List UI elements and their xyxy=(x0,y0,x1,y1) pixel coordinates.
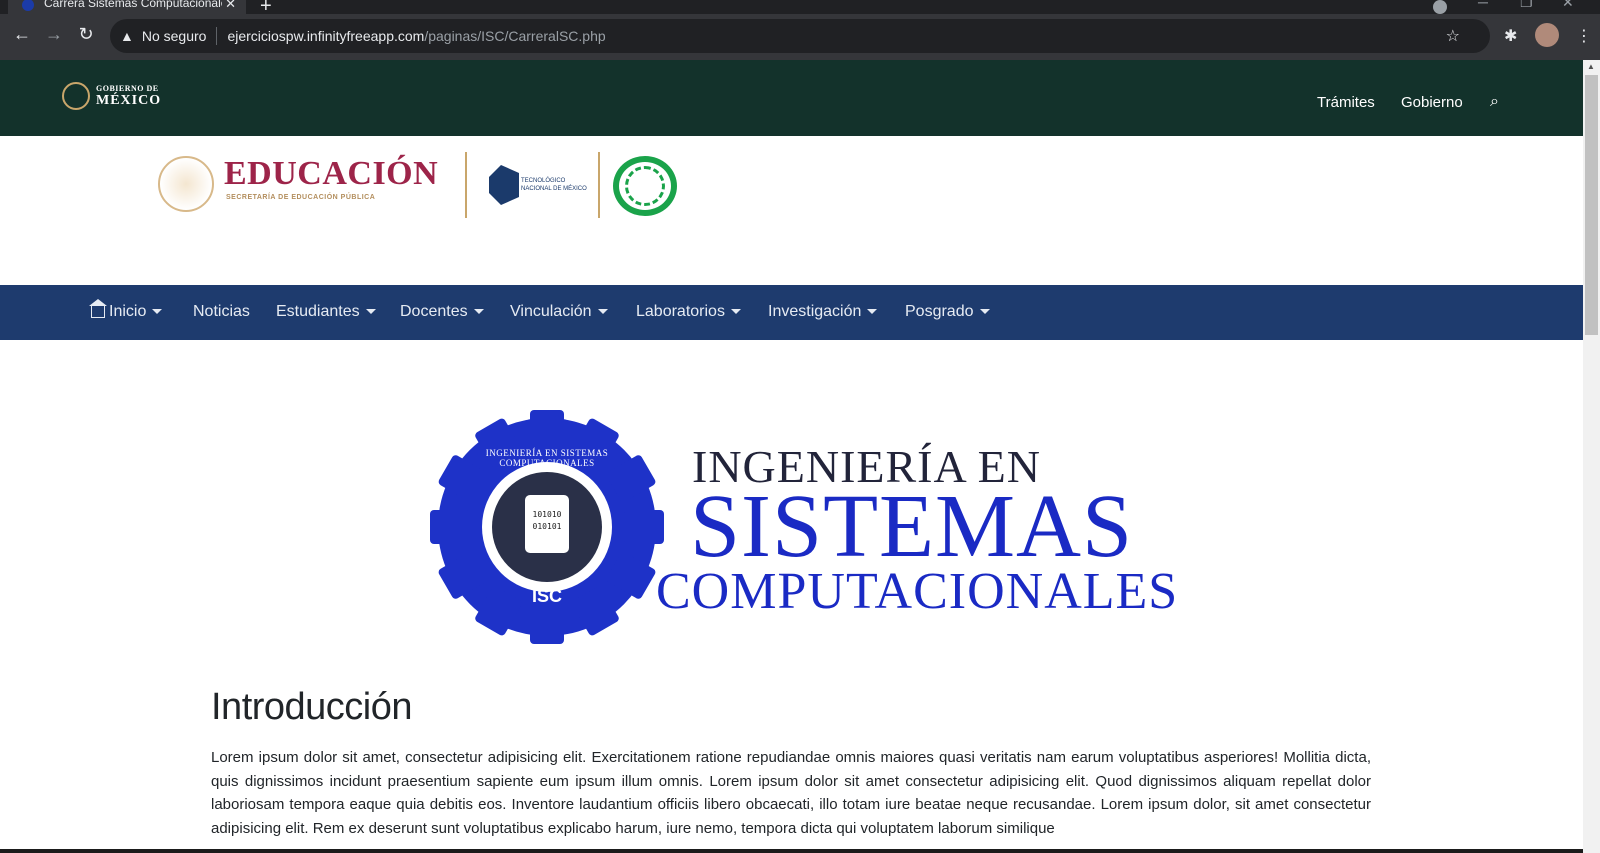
reload-icon[interactable]: ↻ xyxy=(74,24,98,45)
omnibox-divider xyxy=(216,27,218,45)
isc-gear-logo: INGENIERÍA EN SISTEMAS COMPUTACIONALES 1… xyxy=(430,410,664,644)
restore-icon[interactable]: ❐ xyxy=(1520,0,1533,11)
chip-line1: 101010 xyxy=(532,510,562,519)
browser-menu-icon[interactable]: ⋮ xyxy=(1576,26,1592,46)
gear-tooth xyxy=(624,510,664,544)
sep-seal-icon xyxy=(158,156,214,212)
browser-toolbar: ← → ↻ ▲ No seguro ejerciciospw.infinityf… xyxy=(0,14,1600,60)
scrollbar-thumb[interactable] xyxy=(1585,75,1598,335)
web-page: GOBIERNO DE MÉXICO Trámites Gobierno ⌕ E… xyxy=(0,60,1583,853)
logo-line1: GOBIERNO DE xyxy=(96,83,159,93)
gobierno-header: GOBIERNO DE MÉXICO Trámites Gobierno ⌕ xyxy=(0,60,1583,136)
bookmark-star-icon[interactable]: ☆ xyxy=(1446,26,1460,46)
link-tramites[interactable]: Trámites xyxy=(1317,94,1375,111)
nav-noticias[interactable]: Noticias xyxy=(193,303,250,321)
search-icon[interactable]: ⌕ xyxy=(1490,93,1499,111)
url-host[interactable]: ejerciciospw.infinityfreeapp.com xyxy=(227,28,424,44)
caret-down-icon xyxy=(979,309,990,315)
chip-icon: 101010 010101 xyxy=(525,495,569,553)
nav-label: Estudiantes xyxy=(276,303,360,320)
intro-paragraph: Lorem ipsum dolor sit amet, consectetur … xyxy=(211,749,1371,837)
gobierno-mexico-logo[interactable]: GOBIERNO DE MÉXICO xyxy=(62,82,161,110)
educacion-subtitle: SECRETARÍA DE EDUCACIÓN PÚBLICA xyxy=(226,194,376,201)
banner-line3: COMPUTACIONALES xyxy=(656,563,1179,620)
browser-tab[interactable]: Carrera Sistemas Computacionales ✕ xyxy=(8,0,246,14)
caret-down-icon xyxy=(365,309,376,315)
nav-label: Docentes xyxy=(400,303,468,320)
nav-investigacion[interactable]: Investigación xyxy=(768,303,878,321)
nav-label: Investigación xyxy=(768,303,862,320)
browser-tabbar: Carrera Sistemas Computacionales ✕ + ─ ❐… xyxy=(0,0,1600,17)
page-scrollbar[interactable]: ▲ xyxy=(1583,60,1600,853)
link-gobierno[interactable]: Gobierno xyxy=(1401,94,1463,111)
nav-label: Laboratorios xyxy=(636,303,725,320)
caret-down-icon xyxy=(152,309,163,315)
intro-heading: Introducción xyxy=(211,686,413,728)
logo-divider xyxy=(465,152,467,218)
escudo-seal-icon xyxy=(62,82,90,110)
gear-tooth xyxy=(530,410,564,450)
nav-inicio[interactable]: Inicio xyxy=(89,299,163,321)
isc-badge: ISC xyxy=(531,586,562,606)
url-path[interactable]: /paginas/ISC/CarreralSC.php xyxy=(424,28,605,44)
gear-tooth xyxy=(530,604,564,644)
site-favicon-icon xyxy=(22,0,34,11)
tecnm-text-2: NACIONAL DE MÉXICO xyxy=(521,186,587,192)
home-icon xyxy=(89,299,107,318)
address-bar[interactable]: ▲ No seguro ejerciciospw.infinityfreeapp… xyxy=(110,19,1490,53)
nav-label: Inicio xyxy=(109,303,147,320)
logo-line2: MÉXICO xyxy=(96,92,162,108)
tab-title: Carrera Sistemas Computacionales xyxy=(44,0,222,10)
nav-posgrado[interactable]: Posgrado xyxy=(905,303,990,321)
tecnm-text-1: TECNOLÓGICO xyxy=(521,178,566,184)
nav-estudiantes[interactable]: Estudiantes xyxy=(276,303,376,321)
nav-label: Noticias xyxy=(193,303,250,320)
nav-label: Posgrado xyxy=(905,303,974,320)
tab-close-icon[interactable]: ✕ xyxy=(225,0,236,12)
main-navbar: Inicio Noticias Estudiantes Docentes Vin… xyxy=(0,285,1583,340)
caret-down-icon xyxy=(597,309,608,315)
gear-tooth xyxy=(430,510,470,544)
nav-vinculacion[interactable]: Vinculación xyxy=(510,303,608,321)
gear-ring-text: INGENIERÍA EN SISTEMAS COMPUTACIONALES xyxy=(485,448,609,468)
nav-label: Vinculación xyxy=(510,303,592,320)
back-icon[interactable]: ← xyxy=(10,24,34,45)
tab-search-icon[interactable] xyxy=(1433,0,1447,14)
itm-logo-inner xyxy=(625,166,665,206)
educacion-title: EDUCACIÓN xyxy=(224,155,439,192)
minimize-icon[interactable]: ─ xyxy=(1478,0,1488,10)
window-close-icon[interactable]: ✕ xyxy=(1562,0,1574,11)
forward-icon[interactable]: → xyxy=(42,24,66,45)
warning-icon[interactable]: ▲ xyxy=(120,28,134,44)
caret-down-icon xyxy=(473,309,484,315)
nav-docentes[interactable]: Docentes xyxy=(400,303,484,321)
logo-divider xyxy=(598,152,600,218)
chip-line2: 010101 xyxy=(532,522,562,531)
window-bottom-edge xyxy=(0,849,1583,853)
extensions-puzzle-icon[interactable]: ✱ xyxy=(1504,26,1517,46)
caret-down-icon xyxy=(867,309,878,315)
nav-laboratorios[interactable]: Laboratorios xyxy=(636,303,741,321)
scroll-up-arrow-icon[interactable]: ▲ xyxy=(1587,62,1595,71)
caret-down-icon xyxy=(730,309,741,315)
security-label[interactable]: No seguro xyxy=(142,28,207,44)
tecnm-text: TECNOLÓGICO NACIONAL DE MÉXICO xyxy=(521,177,587,193)
profile-avatar[interactable] xyxy=(1535,23,1559,47)
